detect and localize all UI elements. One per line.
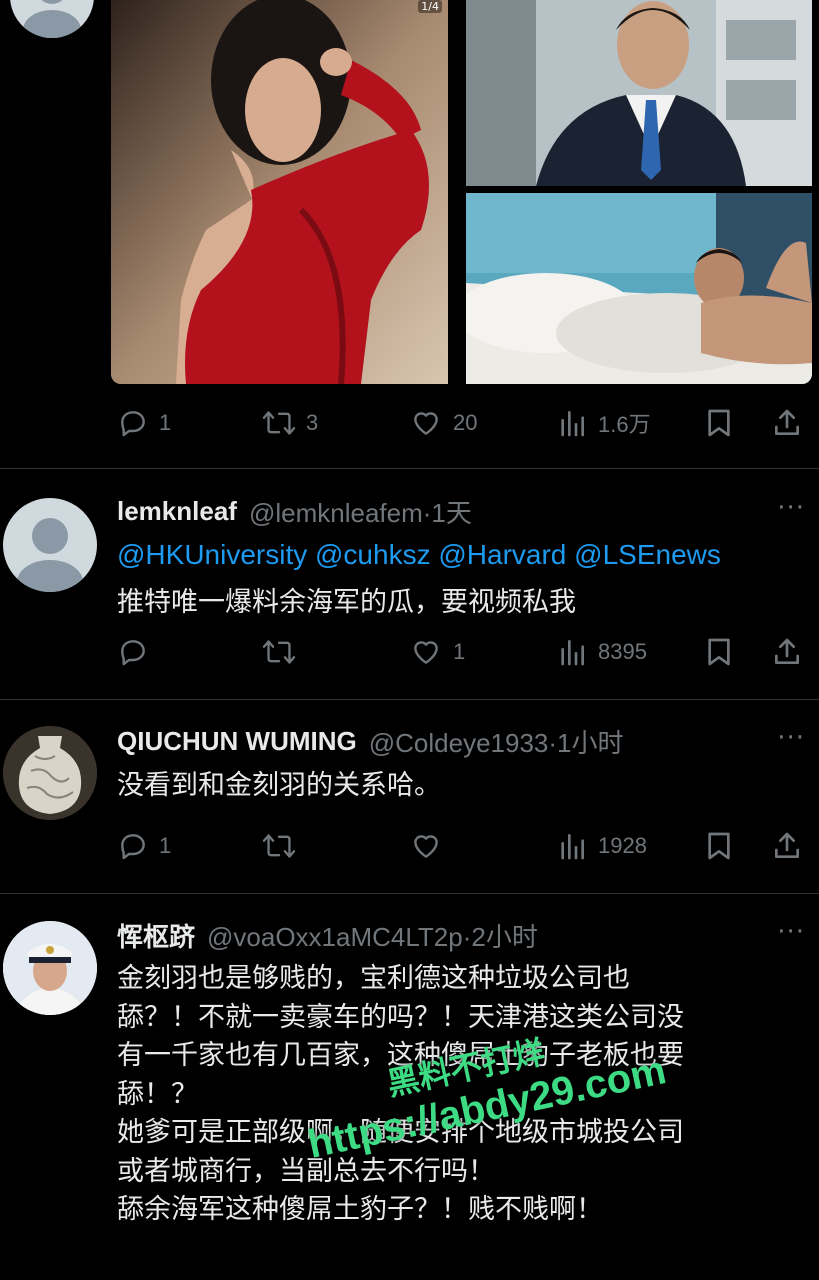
post-actions: 1 1928 [117, 826, 807, 866]
reply-button[interactable] [117, 632, 159, 672]
divider [0, 468, 819, 469]
handle-time: @lemknleafem·1天 [248, 497, 472, 528]
avatar[interactable] [3, 921, 97, 1015]
tweet-text: 金刻羽也是够贱的，宝利德这种垃圾公司也 舔？！不就一卖豪车的吗？！天津港这类公司… [117, 960, 684, 1230]
repost-icon [262, 640, 296, 664]
post-actions: 1 3 20 1.6万 [117, 403, 807, 443]
bed-photo [466, 193, 812, 384]
views-icon [561, 834, 584, 860]
bookmark-icon [708, 409, 730, 437]
avatar[interactable] [3, 498, 97, 592]
text-line: 舔余海军这种傻屌土豹子？！贱不贱啊！ [117, 1194, 603, 1225]
bookmark-icon [708, 832, 730, 860]
views-count: 8395 [598, 639, 647, 664]
text-line: 金刻羽也是够贱的，宝利德这种垃圾公司也 [117, 963, 630, 994]
reply-count: 1 [159, 410, 172, 435]
bookmark-button[interactable] [704, 632, 734, 672]
woman-photo [111, 0, 448, 384]
tweet-text: 没看到和金刻羽的关系哈。 [117, 770, 441, 801]
post-image-3[interactable] [466, 193, 812, 384]
avatar[interactable] [10, 0, 94, 38]
more-icon[interactable]: ··· [777, 493, 805, 523]
tweet-header: 恽枢跻 @voaOxx1aMC4LT2p·2小时 [117, 915, 538, 955]
repost-button[interactable] [262, 632, 306, 672]
views-button[interactable]: 1928 [556, 826, 647, 866]
display-name[interactable]: QIUCHUN WUMING [117, 726, 357, 757]
like-count: 1 [453, 639, 466, 664]
vase-avatar-image [3, 726, 97, 820]
tweet-text: 推特唯一爆料余海军的瓜，要视频私我 [117, 587, 576, 618]
reply-icon [121, 411, 145, 437]
views-button[interactable]: 8395 [556, 632, 647, 672]
like-count: 20 [453, 410, 478, 435]
display-name[interactable]: lemknleaf [117, 496, 237, 527]
like-icon [414, 641, 438, 664]
reply-count: 1 [159, 833, 172, 858]
tweet-header: lemknleaf @lemknleafem·1天 [117, 491, 472, 531]
like-button[interactable]: 20 [409, 403, 477, 443]
tweet-header: QIUCHUN WUMING @Coldeye1933·1小时 [117, 721, 624, 761]
like-button[interactable] [409, 826, 453, 866]
handle-time: @Coldeye1933·1小时 [368, 727, 624, 758]
reply-button[interactable]: 1 [117, 403, 171, 443]
views-icon [561, 640, 584, 666]
repost-icon [262, 834, 296, 858]
repost-button[interactable]: 3 [262, 403, 318, 443]
views-button[interactable]: 1.6万 [556, 403, 651, 443]
more-icon[interactable]: ··· [777, 917, 805, 947]
repost-count: 3 [306, 410, 319, 435]
post-image-1[interactable]: 1/4 [111, 0, 448, 384]
divider [0, 699, 819, 700]
man-suit-photo [466, 0, 812, 186]
like-icon [414, 835, 438, 858]
repost-icon [262, 411, 296, 435]
views-icon [561, 411, 584, 437]
repost-button[interactable] [262, 826, 306, 866]
text-line: 舔！？ [117, 1078, 198, 1110]
bookmark-button[interactable] [704, 826, 734, 866]
post-image-2[interactable] [466, 0, 812, 186]
post-actions: 1 8395 [117, 632, 807, 672]
image-counter: 1/4 [418, 0, 442, 13]
handle-time: @voaOxx1aMC4LT2p·2小时 [207, 921, 538, 952]
share-icon [775, 832, 799, 858]
reply-icon [121, 640, 145, 666]
mentions[interactable]: @HKUniversity @cuhksz @Harvard @LSEnews [117, 536, 721, 574]
bookmark-button[interactable] [704, 403, 734, 443]
share-icon [775, 638, 799, 664]
reply-icon [121, 834, 145, 860]
text-line: 舔？！不就一卖豪车的吗？！天津港这类公司没 [117, 1001, 684, 1033]
bookmark-icon [708, 638, 730, 666]
like-button[interactable]: 1 [409, 632, 465, 672]
share-button[interactable] [771, 632, 803, 672]
officer-avatar-image [3, 921, 97, 1015]
avatar[interactable] [3, 726, 97, 820]
share-button[interactable] [771, 403, 803, 443]
text-line: 她爹可是正部级啊，随便安排个地级市城投公司 [117, 1117, 684, 1148]
text-line: 或者城商行，当副总去不行吗！ [117, 1155, 495, 1187]
more-icon[interactable]: ··· [777, 723, 805, 753]
reply-button[interactable]: 1 [117, 826, 171, 866]
share-button[interactable] [771, 826, 803, 866]
views-count: 1.6万 [598, 412, 651, 437]
views-count: 1928 [598, 833, 647, 858]
share-icon [775, 409, 799, 435]
display-name[interactable]: 恽枢跻 [117, 917, 195, 954]
divider [0, 893, 819, 894]
like-icon [414, 412, 438, 435]
text-line: 有一千家也有几百家，这种傻屌土豹子老板也要 [117, 1040, 684, 1071]
